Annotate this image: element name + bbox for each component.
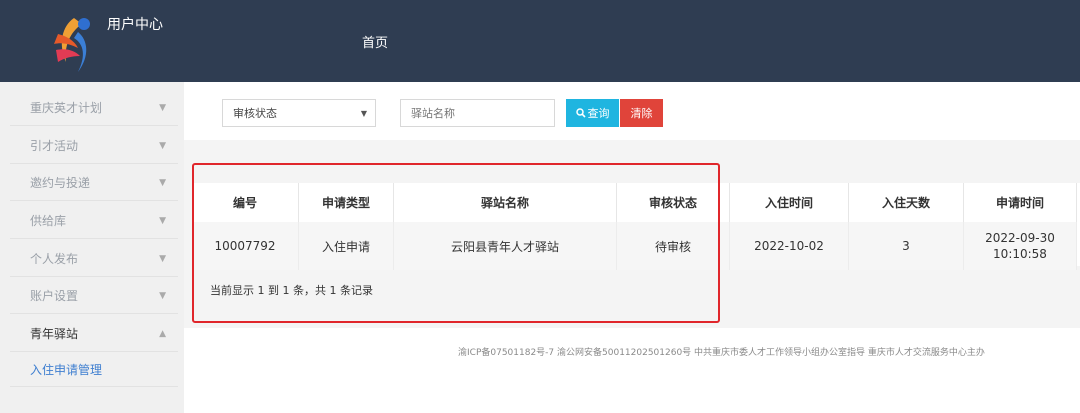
flame-figure-logo-icon[interactable]	[44, 10, 104, 76]
sidebar-item-account-settings[interactable]: 账户设置 ▼	[10, 278, 178, 314]
sidebar-item-talent-plan[interactable]: 重庆英才计划 ▼	[10, 90, 178, 126]
sidebar-item-label: 邀约与投递	[30, 176, 91, 190]
col-header-days[interactable]: 入住天数	[848, 183, 964, 222]
sidebar-item-youth-station[interactable]: 青年驿站 ▲	[10, 316, 178, 352]
chevron-down-icon: ▼	[159, 177, 166, 188]
cell-applied-date: 2022-09-30	[985, 231, 1055, 245]
top-header: 用户中心 首页	[0, 0, 1080, 82]
divider	[10, 386, 178, 387]
sidebar-item-recruit-events[interactable]: 引才活动 ▼	[10, 128, 178, 164]
sidebar-item-label: 供给库	[30, 214, 67, 228]
footer-text: 渝ICP备07501182号-7 渝公网安备50011202501260号 中共…	[458, 348, 985, 358]
chevron-down-icon: ▼	[159, 215, 166, 226]
sidebar-item-label: 个人发布	[30, 252, 79, 266]
col-header-checkin[interactable]: 入住时间	[729, 183, 849, 222]
cell-days: 3	[848, 222, 964, 270]
chevron-up-icon: ▲	[159, 328, 166, 339]
query-button-label: 查询	[587, 108, 610, 120]
app-title: 用户中心	[107, 17, 163, 33]
highlight-annotation-box	[192, 163, 720, 323]
sidebar-subitem-checkin-management[interactable]: 入住申请管理	[30, 361, 102, 378]
sidebar-item-label: 重庆英才计划	[30, 101, 103, 115]
sidebar-item-supply-pool[interactable]: 供给库 ▼	[10, 203, 178, 239]
cell-applied: 2022-09-30 10:10:58	[963, 222, 1077, 270]
chevron-down-icon: ▼	[159, 102, 166, 113]
search-icon	[575, 108, 586, 118]
status-select-value: 审核状态	[233, 107, 277, 120]
chevron-down-icon: ▼	[159, 140, 166, 151]
chevron-down-icon: ▼	[159, 290, 166, 301]
sidebar-item-label: 引才活动	[30, 139, 79, 153]
sidebar-item-label: 账户设置	[30, 289, 79, 303]
caret-down-icon: ▼	[360, 108, 367, 118]
sidebar-item-invitations[interactable]: 邀约与投递 ▼	[10, 165, 178, 201]
query-button[interactable]: 查询	[566, 99, 619, 127]
nav-home-link[interactable]: 首页	[362, 32, 388, 51]
clear-button[interactable]: 清除	[620, 99, 663, 127]
cell-applied-time: 10:10:58	[993, 247, 1047, 261]
col-header-applied[interactable]: 申请时间	[963, 183, 1077, 222]
sidebar-item-label: 青年驿站	[30, 327, 79, 341]
sidebar-item-personal-posts[interactable]: 个人发布 ▼	[10, 241, 178, 277]
cell-checkin: 2022-10-02	[729, 222, 849, 270]
status-select[interactable]: 审核状态 ▼	[222, 99, 376, 127]
station-name-input[interactable]	[400, 99, 555, 127]
chevron-down-icon: ▼	[159, 253, 166, 264]
